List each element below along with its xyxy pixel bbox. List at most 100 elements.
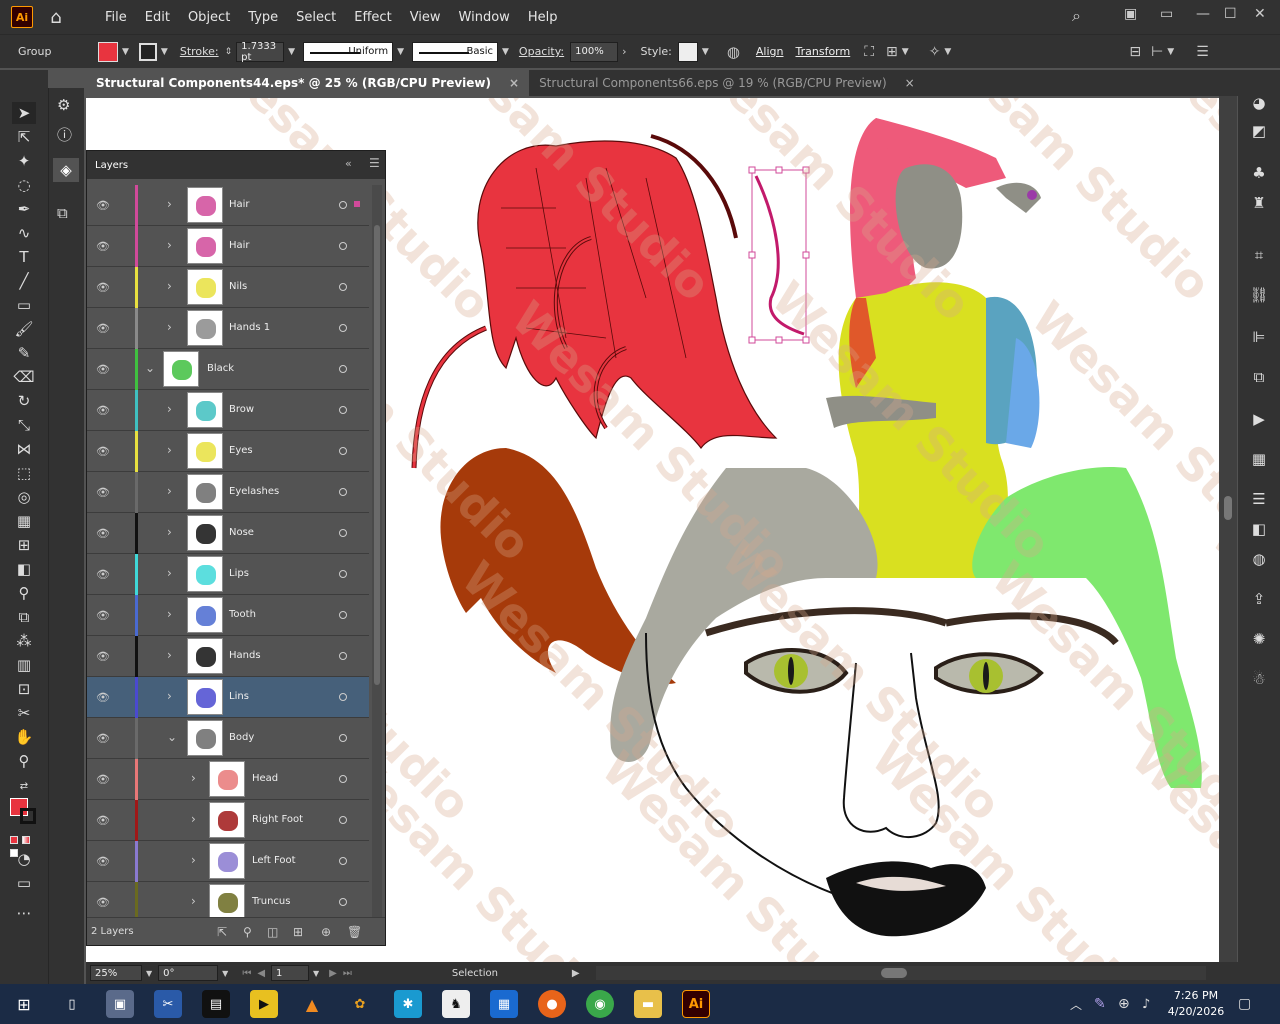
scroll-thumb[interactable] bbox=[1224, 496, 1232, 520]
visibility-eye-icon[interactable]: 👁 bbox=[96, 691, 110, 704]
layer-row[interactable]: 👁 › Lips bbox=[87, 554, 369, 595]
notifications-icon[interactable]: ▢ bbox=[1238, 996, 1251, 1012]
layer-name[interactable]: Black bbox=[207, 363, 234, 374]
layer-name[interactable]: Lins bbox=[229, 691, 249, 702]
scale-tool-icon[interactable]: ⤡ bbox=[12, 414, 36, 436]
target-circle-icon[interactable] bbox=[339, 570, 347, 578]
opacity-label[interactable]: Opacity: bbox=[519, 45, 564, 58]
zoom-field[interactable]: 25% bbox=[90, 965, 142, 981]
close-icon[interactable]: × bbox=[905, 76, 915, 90]
prev-artboard-icon[interactable]: ◀ bbox=[257, 968, 265, 979]
visibility-eye-icon[interactable]: 👁 bbox=[96, 322, 110, 335]
illustrator-taskbar-icon[interactable]: Ai bbox=[682, 990, 710, 1018]
chevron-down-icon[interactable]: ▼ bbox=[1167, 47, 1174, 57]
pen-tray-icon[interactable]: ✎ bbox=[1094, 996, 1106, 1012]
transparency-icon[interactable]: ◍ bbox=[1247, 548, 1271, 570]
visibility-eye-icon[interactable]: 👁 bbox=[96, 896, 110, 909]
layer-row[interactable]: 👁 › Hair bbox=[87, 185, 369, 226]
visibility-eye-icon[interactable]: 👁 bbox=[96, 568, 110, 581]
selection-tool-icon[interactable]: ➤ bbox=[12, 102, 36, 124]
chevron-right-icon[interactable]: › bbox=[622, 45, 626, 58]
chevron-down-icon[interactable]: ▼ bbox=[122, 47, 129, 57]
chevron-down-icon[interactable]: ▼ bbox=[313, 969, 319, 978]
minimize-icon[interactable]: — bbox=[1196, 6, 1210, 22]
layer-name[interactable]: Brow bbox=[229, 404, 254, 415]
chevron-down-icon[interactable]: ▼ bbox=[902, 47, 909, 57]
layer-row[interactable]: 👁 › Left Foot bbox=[87, 841, 369, 882]
layer-row[interactable]: 👁 › Head bbox=[87, 759, 369, 800]
panel-menu-icon[interactable]: ☰ bbox=[1196, 44, 1209, 60]
curvature-tool-icon[interactable]: ∿ bbox=[12, 222, 36, 244]
layers-panel-icon[interactable]: ◈ bbox=[53, 158, 79, 182]
color-icon[interactable]: ◕ bbox=[1247, 92, 1271, 114]
target-circle-icon[interactable] bbox=[339, 857, 347, 865]
chevron-right-icon[interactable]: › bbox=[167, 320, 172, 334]
line-tool-icon[interactable]: ╱ bbox=[12, 270, 36, 292]
chevron-down-icon[interactable]: ⌄ bbox=[167, 730, 177, 744]
align-objects-icon[interactable]: ⊟ bbox=[1129, 44, 1141, 60]
gradient-panel-icon[interactable]: ◧ bbox=[1247, 518, 1271, 540]
layer-row[interactable]: 👁 › Truncus bbox=[87, 882, 369, 919]
target-circle-icon[interactable] bbox=[339, 283, 347, 291]
eyedropper-tool-icon[interactable]: ⚲ bbox=[12, 582, 36, 604]
layer-name[interactable]: Eyelashes bbox=[229, 486, 279, 497]
layers-scrollbar[interactable] bbox=[372, 185, 382, 919]
layer-row[interactable]: 👁 ⌄ Body bbox=[87, 718, 369, 759]
layer-name[interactable]: Hands 1 bbox=[229, 322, 270, 333]
delete-layer-icon[interactable]: 🗑 bbox=[347, 925, 362, 939]
hand-tool-icon[interactable]: ✋ bbox=[12, 726, 36, 748]
distribute-icon[interactable]: ⊢ bbox=[1151, 44, 1163, 60]
first-artboard-icon[interactable]: ⏮ bbox=[242, 968, 251, 979]
chrome-icon[interactable]: ◉ bbox=[586, 990, 614, 1018]
layer-row[interactable]: 👁 ⌄ Black bbox=[87, 349, 369, 390]
visibility-eye-icon[interactable]: 👁 bbox=[96, 281, 110, 294]
chevron-right-icon[interactable]: › bbox=[167, 566, 172, 580]
layers-panel-title[interactable]: Layers bbox=[95, 160, 128, 171]
menu-effect[interactable]: Effect bbox=[354, 10, 391, 25]
info-icon[interactable]: ⓘ bbox=[57, 124, 72, 145]
target-circle-icon[interactable] bbox=[339, 447, 347, 455]
panel-menu-icon[interactable]: ☰ bbox=[369, 156, 380, 170]
layer-row[interactable]: 👁 › Nils bbox=[87, 267, 369, 308]
puppet-warp-icon[interactable]: ✧ bbox=[929, 44, 941, 60]
asset-export-icon[interactable]: ⇪ bbox=[1247, 588, 1271, 610]
next-artboard-icon[interactable]: ▶ bbox=[329, 968, 337, 979]
volume-icon[interactable]: ♪ bbox=[1142, 997, 1150, 1012]
symbol-sprayer-tool-icon[interactable]: ⁂ bbox=[12, 630, 36, 652]
scroll-thumb[interactable] bbox=[374, 225, 380, 685]
visibility-eye-icon[interactable]: 👁 bbox=[96, 240, 110, 253]
target-circle-icon[interactable] bbox=[339, 201, 347, 209]
layer-name[interactable]: Hair bbox=[229, 240, 250, 251]
mesh-tool-icon[interactable]: ⊞ bbox=[12, 534, 36, 556]
menu-help[interactable]: Help bbox=[528, 10, 558, 25]
symbols-icon[interactable]: ♣ bbox=[1247, 162, 1271, 184]
new-sublayer-icon[interactable]: ⊞ bbox=[293, 925, 303, 939]
target-circle-icon[interactable] bbox=[339, 898, 347, 906]
tray-chevron-icon[interactable]: ︿ bbox=[1070, 996, 1082, 1013]
transform-link[interactable]: Transform bbox=[796, 45, 851, 58]
layer-row[interactable]: 👁 › Brow bbox=[87, 390, 369, 431]
graphic-style-swatch[interactable] bbox=[677, 41, 698, 62]
last-artboard-icon[interactable]: ⏭ bbox=[343, 968, 352, 979]
layer-name[interactable]: Eyes bbox=[229, 445, 253, 456]
visibility-eye-icon[interactable]: 👁 bbox=[96, 527, 110, 540]
tab-structural-components66[interactable]: Structural Components66.eps @ 19 % (RGB/… bbox=[529, 70, 925, 96]
layer-row[interactable]: 👁 › Nose bbox=[87, 513, 369, 554]
artboard-tool-icon[interactable]: ⊡ bbox=[12, 678, 36, 700]
target-circle-icon[interactable] bbox=[339, 734, 347, 742]
locate-object-icon[interactable]: ⚲ bbox=[243, 925, 252, 939]
layer-name[interactable]: Nils bbox=[229, 281, 247, 292]
chevron-right-icon[interactable]: › bbox=[191, 853, 196, 867]
chevron-right-icon[interactable]: › bbox=[167, 607, 172, 621]
chevron-down-icon[interactable]: ▼ bbox=[146, 969, 152, 978]
chevron-right-icon[interactable]: › bbox=[191, 771, 196, 785]
workspace-icon[interactable]: ▣ bbox=[1124, 6, 1137, 22]
chevron-right-icon[interactable]: › bbox=[167, 197, 172, 211]
libraries-icon[interactable]: ☃ bbox=[1247, 668, 1271, 690]
perspective-grid-tool-icon[interactable]: ▦ bbox=[12, 510, 36, 532]
layer-row[interactable]: 👁 › Tooth bbox=[87, 595, 369, 636]
screen-mode-icon[interactable]: ▭ bbox=[12, 872, 36, 894]
lasso-tool-icon[interactable]: ◌ bbox=[12, 174, 36, 196]
visibility-eye-icon[interactable]: 👁 bbox=[96, 732, 110, 745]
snipping-tool-icon[interactable]: ✂ bbox=[154, 990, 182, 1018]
